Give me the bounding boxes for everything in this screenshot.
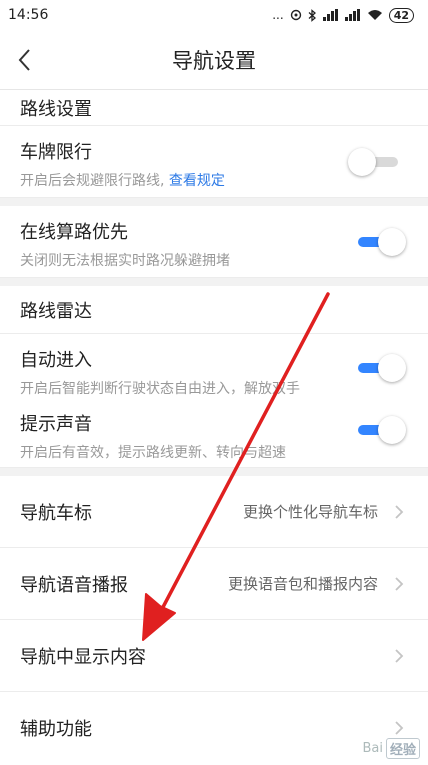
bluetooth-icon <box>308 8 316 22</box>
chevron-right-icon <box>395 648 404 663</box>
status-bar: 14:56 ... 42 <box>0 0 428 30</box>
auto-enter-toggle[interactable] <box>354 354 406 382</box>
status-time: 14:56 <box>8 7 49 23</box>
sound-desc: 开启后有音效，提示路线更新、转向与超速 <box>20 445 286 461</box>
chevron-right-icon <box>395 504 404 519</box>
hotspot-icon <box>290 9 301 21</box>
chevron-right-icon <box>395 576 404 591</box>
menu-item-nav-display-content[interactable]: 导航中显示内容 <box>0 620 428 692</box>
sound-row: 提示声音 开启后有音效，提示路线更新、转向与超速 <box>0 402 428 468</box>
cell-signal-icon-2 <box>344 9 360 21</box>
watermark-text: Bai <box>362 741 383 756</box>
online-priority-toggle[interactable] <box>354 228 406 256</box>
wifi-icon <box>367 10 382 20</box>
signal-dots: ... <box>272 8 284 22</box>
plate-limit-desc-text: 开启后会规避限行路线, <box>20 173 169 189</box>
sound-toggle[interactable] <box>354 416 406 444</box>
menu-item-nav-car-icon[interactable]: 导航车标 更换个性化导航车标 <box>0 476 428 548</box>
toggle-knob <box>378 416 406 444</box>
toggle-knob <box>378 354 406 382</box>
toggle-knob <box>378 228 406 256</box>
menu-item-value: 更换语音包和播报内容 <box>227 575 378 593</box>
menu-item-label: 导航中显示内容 <box>20 646 146 668</box>
nav-bar: 导航设置 <box>0 30 428 90</box>
menu-item-label: 导航语音播报 <box>20 574 128 596</box>
toggle-knob <box>348 148 376 176</box>
chevron-right-icon <box>395 721 404 735</box>
menu-item-label: 辅助功能 <box>20 719 92 740</box>
plate-limit-row: 车牌限行 开启后会规避限行路线, 查看规定 <box>0 126 428 198</box>
page-title: 导航设置 <box>172 48 256 73</box>
section-title-route-radar: 路线雷达 <box>0 286 428 334</box>
section-divider <box>0 198 428 206</box>
online-priority-row: 在线算路优先 关闭则无法根据实时路况躲避拥堵 <box>0 206 428 278</box>
plate-limit-toggle[interactable] <box>348 148 402 176</box>
battery-indicator: 42 <box>388 7 414 23</box>
status-icons: ... 42 <box>272 7 414 23</box>
cell-signal-icon <box>322 9 338 21</box>
back-icon[interactable] <box>14 46 36 74</box>
watermark-badge: 经验 <box>385 738 420 759</box>
watermark: Bai 经验 <box>362 738 420 759</box>
section-title-route-settings: 路线设置 <box>0 90 428 126</box>
section-divider <box>0 468 428 476</box>
auto-enter-row: 自动进入 开启后智能判断行驶状态自由进入，解放双手 <box>0 334 428 402</box>
section-divider <box>0 278 428 286</box>
menu-item-nav-voice[interactable]: 导航语音播报 更换语音包和播报内容 <box>0 548 428 620</box>
view-rules-link[interactable]: 查看规定 <box>169 173 225 189</box>
menu-item-value: 更换个性化导航车标 <box>242 503 378 521</box>
menu-item-label: 导航车标 <box>20 502 92 524</box>
